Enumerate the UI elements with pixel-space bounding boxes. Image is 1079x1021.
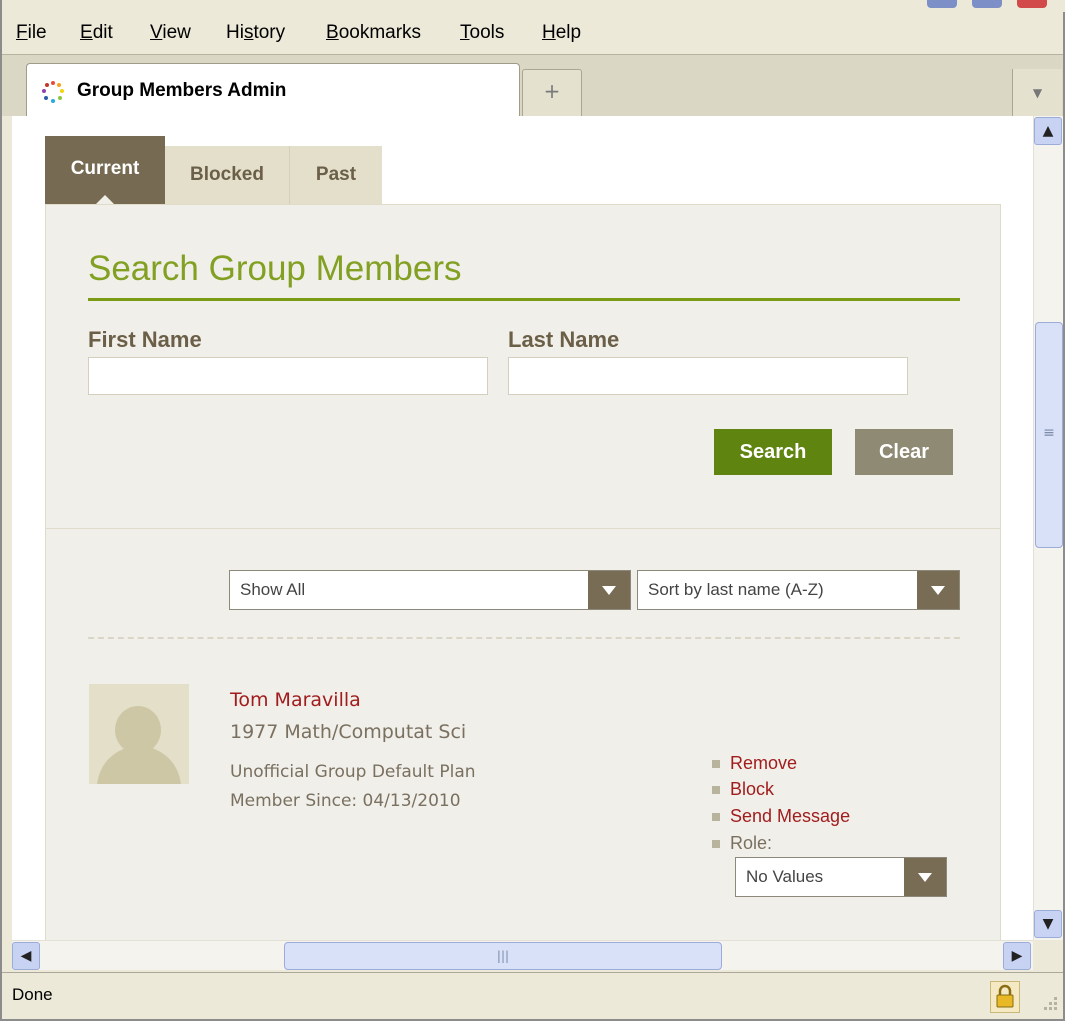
padlock-glyph: [996, 984, 1014, 1008]
menu-tools-accel: T: [460, 22, 470, 43]
menu-tools[interactable]: Tools: [460, 22, 504, 44]
avatar: [89, 684, 189, 784]
padlock-icon[interactable]: [990, 981, 1020, 1013]
horizontal-scroll-thumb[interactable]: |||: [284, 942, 722, 970]
member-since: Member Since: 04/13/2010: [230, 791, 461, 811]
scroll-up-icon[interactable]: ▲: [1034, 117, 1062, 145]
block-link[interactable]: Block: [712, 779, 774, 800]
menu-edit-label: dit: [92, 22, 113, 43]
menu-history[interactable]: History: [226, 22, 285, 44]
menu-view-accel: V: [150, 22, 163, 43]
tab-blocked[interactable]: Blocked: [165, 146, 290, 204]
scrollbar-corner: [1033, 940, 1063, 970]
vertical-scrollbar[interactable]: ▲ ≡ ▼: [1033, 116, 1063, 940]
menu-help[interactable]: Help: [542, 22, 581, 44]
menu-edit[interactable]: Edit: [80, 22, 113, 44]
menu-tools-label: ools: [469, 22, 505, 43]
sort-select-value: Sort by last name (A-Z): [648, 580, 824, 599]
member-plan: Unofficial Group Default Plan: [230, 762, 476, 782]
chevron-down-icon: ▼: [1032, 86, 1043, 100]
vertical-scroll-thumb[interactable]: ≡: [1035, 322, 1063, 548]
menu-bookmarks-accel: B: [326, 22, 339, 43]
scroll-right-icon[interactable]: ▶: [1003, 942, 1031, 970]
menu-bookmarks[interactable]: Bookmarks: [326, 22, 421, 44]
menu-bar: File Edit View History Bookmarks Tools H…: [2, 14, 1063, 52]
avatar-body: [97, 746, 181, 784]
menu-help-accel: H: [542, 22, 556, 43]
scroll-down-icon[interactable]: ▼: [1034, 910, 1062, 938]
titlebar-strip: [2, 0, 1065, 12]
chevron-down-icon[interactable]: [904, 858, 946, 896]
tab-past-label: Past: [315, 164, 357, 185]
menu-view-label: iew: [162, 22, 191, 43]
member-class-info: 1977 Math/Computat Sci: [230, 721, 467, 743]
horizontal-scrollbar[interactable]: ◀ ||| ▶: [12, 940, 1033, 970]
title-rule: [88, 298, 960, 301]
browser-tab-title: Group Members Admin: [77, 80, 287, 101]
status-text: Done: [12, 985, 53, 1004]
tab-current-label: Current: [70, 158, 140, 179]
tab-list-button[interactable]: ▼: [1012, 69, 1062, 117]
chevron-down-icon[interactable]: [917, 571, 959, 609]
member-name-link[interactable]: Tom Maravilla: [230, 689, 361, 711]
clear-button[interactable]: Clear: [855, 429, 953, 475]
sort-select[interactable]: Sort by last name (A-Z): [637, 570, 960, 610]
browser-window: File Edit View History Bookmarks Tools H…: [0, 0, 1065, 1021]
section-divider: [46, 528, 1000, 529]
menu-bookmarks-label: ookmarks: [338, 22, 422, 43]
menu-file-accel: F: [16, 22, 28, 43]
close-window-button[interactable]: [1017, 0, 1047, 8]
browser-tab-group-members-admin[interactable]: Group Members Admin: [26, 63, 520, 119]
status-bar: Done: [2, 972, 1063, 1019]
menu-view[interactable]: View: [150, 22, 191, 44]
page-viewport: Current Blocked Past Search Group Member…: [12, 116, 1033, 940]
first-name-label: First Name: [88, 327, 202, 352]
last-name-input[interactable]: [508, 357, 908, 395]
menu-edit-accel: E: [80, 22, 93, 43]
search-button[interactable]: Search: [714, 429, 832, 475]
dotted-circle-icon: [42, 81, 64, 103]
tab-past[interactable]: Past: [290, 146, 382, 204]
tab-current[interactable]: Current: [45, 136, 165, 205]
minimize-button[interactable]: [927, 0, 957, 8]
menu-file[interactable]: File: [16, 22, 47, 44]
maximize-button[interactable]: [972, 0, 1002, 8]
chevron-down-icon[interactable]: [588, 571, 630, 609]
resize-grip-icon[interactable]: [1032, 987, 1060, 1015]
filter-select[interactable]: Show All: [229, 570, 631, 610]
dashed-divider: [88, 637, 960, 639]
role-select[interactable]: No Values: [735, 857, 947, 897]
role-select-value: No Values: [746, 867, 824, 886]
scroll-left-icon[interactable]: ◀: [12, 942, 40, 970]
menu-history-prefix: Hi: [226, 22, 244, 43]
last-name-label: Last Name: [508, 327, 620, 352]
search-panel: Search Group Members First Name Last Nam…: [45, 204, 1001, 940]
menu-file-label: ile: [27, 22, 47, 43]
remove-link[interactable]: Remove: [712, 753, 797, 774]
menu-history-label: tory: [253, 22, 286, 43]
new-tab-button[interactable]: +: [522, 69, 582, 117]
plus-icon: +: [543, 79, 561, 103]
tab-blocked-label: Blocked: [190, 164, 264, 185]
first-name-input[interactable]: [88, 357, 488, 395]
grip-lines-icon: |||: [496, 949, 510, 963]
grip-lines-icon: ≡: [1043, 425, 1055, 441]
browser-tab-bar: Group Members Admin + ▼: [2, 54, 1063, 119]
role-label: Role:: [712, 833, 772, 854]
send-message-link[interactable]: Send Message: [712, 806, 850, 827]
page-title: Search Group Members: [88, 249, 462, 288]
menu-help-label: elp: [555, 22, 582, 43]
filter-select-value: Show All: [240, 580, 306, 599]
